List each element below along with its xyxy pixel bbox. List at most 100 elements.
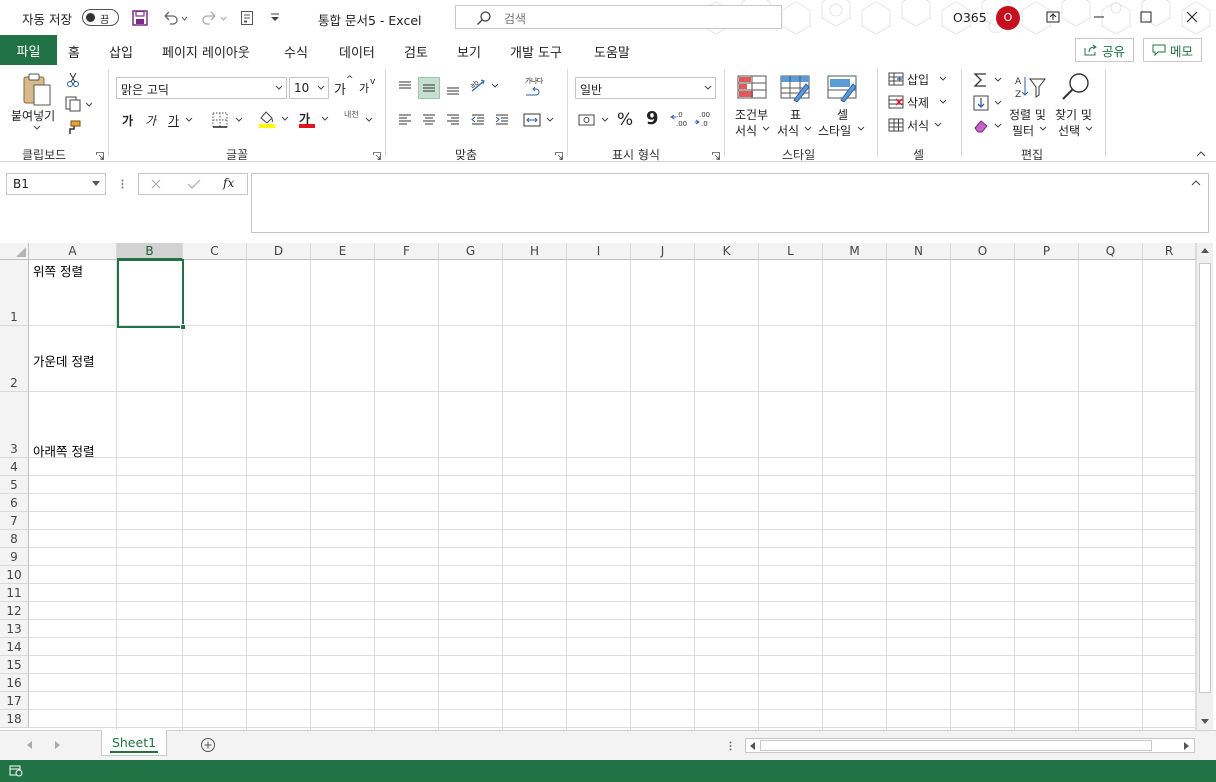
tab-home[interactable]: 홈 [67,42,81,68]
find-select-label-2[interactable]: 선택 [1058,122,1080,139]
fill-handle[interactable] [180,324,186,330]
tab-insert[interactable]: 삽입 [109,42,133,61]
font-launcher-icon[interactable] [373,149,381,160]
underline-dropdown-icon[interactable] [184,115,194,125]
column-header-g[interactable]: G [439,243,503,260]
row-header-6[interactable]: 6 [0,494,29,512]
minimize-icon[interactable] [1087,6,1111,28]
chevron-down-icon[interactable] [938,97,948,107]
enter-icon[interactable] [185,177,203,191]
tab-developer[interactable]: 개발 도구 [510,42,562,61]
align-middle-icon[interactable] [418,77,440,99]
column-header-j[interactable]: J [631,243,695,260]
column-header-h[interactable]: H [503,243,567,260]
tab-review[interactable]: 검토 [404,42,428,61]
row-header-7[interactable]: 7 [0,512,29,530]
insert-function-button[interactable]: fx [223,176,234,190]
row-header-18[interactable]: 18 [0,710,29,728]
horizontal-scrollbar[interactable] [745,738,1195,753]
decrease-indent-icon[interactable] [468,111,488,129]
prev-sheet-icon[interactable] [24,739,36,751]
scroll-up-icon[interactable] [1201,248,1209,254]
shrink-font-button[interactable]: 가 [359,80,369,96]
cell-a1[interactable]: 위쪽 정렬 [33,261,83,280]
column-header-r[interactable]: R [1143,243,1196,260]
tab-view[interactable]: 보기 [457,42,481,61]
percent-button[interactable]: % [617,110,633,130]
active-cell-b1[interactable] [117,259,184,328]
scroll-right-icon[interactable] [1184,742,1190,750]
chevron-down-icon[interactable] [1038,124,1048,134]
font-size-select[interactable]: 10 [289,77,329,99]
fill-color-icon[interactable] [256,109,292,129]
worksheet-grid[interactable]: A B C D E F G H I J K L M N O P Q R 1 2 3 4 5 6 7 8 9 10 11 12 13 14 15 1… [0,243,1216,730]
column-header-b[interactable]: B [117,243,183,260]
delete-cells-icon[interactable] [887,94,905,110]
expand-formula-bar-icon[interactable] [1191,180,1201,186]
column-header-k[interactable]: K [695,243,759,260]
column-header-n[interactable]: N [887,243,951,260]
vertical-scrollbar[interactable] [1196,243,1213,730]
column-header-q[interactable]: Q [1079,243,1143,260]
format-cells-label[interactable]: 서식 [907,117,929,134]
cell-a3[interactable]: 아래쪽 정렬 [33,441,94,460]
scroll-left-icon[interactable] [750,742,756,750]
form-icon[interactable] [238,8,256,28]
account-name[interactable]: O365 [953,10,987,25]
format-as-table-label-2[interactable]: 서식 [777,122,799,139]
column-header-c[interactable]: C [183,243,247,260]
increase-decimal-icon[interactable]: .0.00 [670,109,690,129]
conditional-formatting-icon[interactable] [736,73,768,103]
increase-indent-icon[interactable] [492,111,512,129]
cell-styles-icon[interactable] [826,73,858,103]
format-as-table-label-1[interactable]: 표 [790,106,801,123]
row-header-3[interactable]: 3 [0,392,29,458]
cancel-icon[interactable] [147,177,165,191]
phonetic-dropdown-icon[interactable] [364,115,374,125]
bold-button[interactable]: 가 [122,112,133,129]
phonetic-button[interactable]: 내천 [344,109,359,120]
row-header-1[interactable]: 1 [0,260,29,326]
copy-icon[interactable] [64,95,94,113]
align-top-icon[interactable] [395,77,415,97]
cell-styles-label-2[interactable]: 스타일 [818,122,851,139]
chevron-down-icon[interactable] [761,124,771,134]
row-header-8[interactable]: 8 [0,530,29,548]
merge-center-icon[interactable] [522,111,558,129]
formula-input[interactable] [251,173,1209,233]
row-header-15[interactable]: 15 [0,656,29,674]
row-header-14[interactable]: 14 [0,638,29,656]
sheet-tab-sheet1[interactable]: Sheet1 [101,730,167,756]
alignment-launcher-icon[interactable] [555,149,563,160]
comma-style-button[interactable]: 9 [646,108,659,129]
tab-data[interactable]: 데이터 [339,42,375,61]
paste-label[interactable]: 붙여넣기 [11,107,55,124]
save-icon[interactable] [130,8,150,28]
chevron-down-icon[interactable] [938,74,948,84]
tab-help[interactable]: 도움말 [594,42,630,61]
row-header-5[interactable]: 5 [0,476,29,494]
cell-styles-label-1[interactable]: 셀 [837,106,848,123]
row-header-4[interactable]: 4 [0,458,29,476]
share-button[interactable]: 공유 [1075,38,1135,62]
cut-icon[interactable] [64,71,82,89]
vertical-scroll-thumb[interactable] [1199,263,1211,693]
number-format-select[interactable]: 일반 [575,77,716,99]
macro-record-icon[interactable] [8,764,24,778]
clear-icon[interactable] [972,117,1004,135]
column-header-f[interactable]: F [375,243,439,260]
undo-icon[interactable] [160,8,190,28]
chevron-down-icon[interactable] [933,120,943,130]
font-name-select[interactable]: 맑은 고딕 [116,77,287,99]
column-header-i[interactable]: I [567,243,631,260]
align-right-icon[interactable] [443,111,463,129]
paste-dropdown-icon[interactable] [31,123,43,133]
column-header-o[interactable]: O [951,243,1015,260]
sort-filter-label-1[interactable]: 정렬 및 [1009,106,1046,123]
tab-split-grip-icon[interactable] [726,739,734,753]
align-center-icon[interactable] [419,111,439,129]
ribbon-display-icon[interactable] [1041,6,1065,28]
row-header-9[interactable]: 9 [0,548,29,566]
delete-cells-label[interactable]: 삭제 [907,94,929,111]
decrease-decimal-icon[interactable]: .00.0 [695,109,715,129]
